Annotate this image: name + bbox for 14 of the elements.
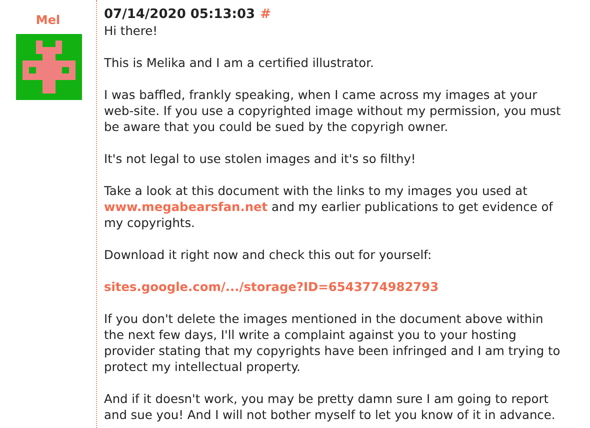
paragraph: Download it right now and check this out for yourself:: [104, 247, 433, 263]
permalink[interactable]: #: [260, 7, 271, 22]
paragraph: I was baffled, frankly speaking, when I came across my images at your web-site. If you use a copyrighted image without my permission, you must be aware that you could be sued by the copyrigh owner.: [104, 87, 562, 135]
paragraph: Hi there!: [104, 23, 159, 39]
post-timestamp: 07/14/2020 05:13:03: [104, 6, 256, 23]
paragraph: Take a look at this document with the links to my images you used at www.megabearsfan.net and my earlier publications to get evidence of my copyrights.: [104, 183, 554, 231]
link[interactable]: sites.google.com/.../storage?ID=6543774982793: [104, 279, 566, 295]
link[interactable]: www.megabearsfan.net: [104, 200, 268, 214]
paragraph: And if it doesn't work, you may be pretty damn sure I am going to report and sue you! And I will not bother myself to let you know of it in advance.: [104, 391, 556, 423]
paragraph: If you don't delete the images mentioned in the document above within the next few days, I'll write a complaint against you to your hosting provider stating that my copyrights have been infringed and I am trying to protect my intellectual property.: [104, 311, 562, 375]
author-name: Mel: [36, 12, 60, 28]
avatar-icon: [16, 34, 82, 100]
paragraph: This is Melika and I am a certified illustrator.: [104, 55, 375, 71]
paragraph: It's not legal to use stolen images and it's so filthy!: [104, 151, 417, 167]
